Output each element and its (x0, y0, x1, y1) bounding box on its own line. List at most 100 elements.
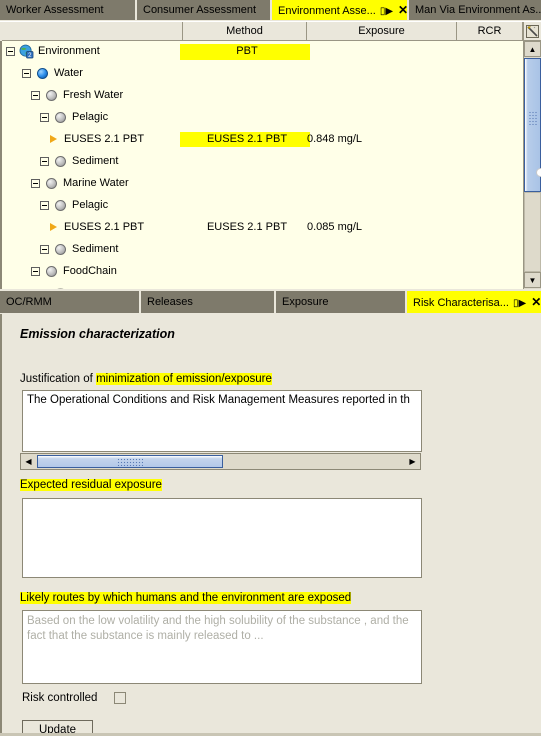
up-arrow-icon: ▲ (528, 44, 537, 54)
tab-close-icon[interactable]: ✕ (531, 295, 541, 309)
tab-risk-characterisation[interactable]: Risk Characterisa... ▯▶ ✕ (407, 291, 541, 313)
column-header-method[interactable]: Method (183, 22, 307, 41)
tab-label: Consumer Assessment (143, 4, 257, 16)
tree-row[interactable]: EUSES 2.1 PBT EUSES 2.1 PBT 0.848 mg/L (2, 129, 525, 151)
justification-hscroll[interactable]: ◀ ▶ (20, 453, 421, 470)
tree-row-label: FoodChain (63, 265, 117, 277)
column-header-exposure[interactable]: Exposure (307, 22, 457, 41)
tab-man-via-environment-assessment[interactable]: Man Via Environment As... (409, 0, 541, 20)
environment-assessment-panel: Worker Assessment Consumer Assessment En… (0, 0, 541, 291)
tab-detach-icon[interactable]: ▯▶ (380, 6, 393, 17)
expander-toggle[interactable] (40, 245, 49, 254)
tree-row[interactable]: Sediment (2, 151, 525, 173)
expander-toggle[interactable] (6, 47, 15, 56)
expander-toggle[interactable] (40, 201, 49, 210)
column-header-name[interactable] (2, 22, 183, 41)
tree-row-label: EUSES 2.1 PBT (64, 133, 145, 145)
tab-label: Exposure (282, 296, 329, 308)
tree-row[interactable]: Pelagic (2, 107, 525, 129)
tree-row[interactable]: Water (2, 63, 525, 85)
hscroll-left-button[interactable]: ◀ (21, 454, 36, 469)
likely-routes-label: Likely routes by which humans and the en… (20, 592, 352, 604)
likely-routes-textarea[interactable]: Based on the low volatility and the high… (22, 610, 422, 684)
scroll-grip-icon (528, 111, 537, 125)
tree-row-label: Sediment (72, 243, 119, 255)
tab-environment-assessment[interactable]: Environment Asse... ▯▶ ✕ (272, 0, 408, 20)
tree-row[interactable]: FoodChain (2, 261, 525, 283)
tree-row-method: EUSES 2.1 PBT (180, 132, 310, 147)
tree-column-header-row: Method Exposure RCR (0, 21, 541, 41)
grey-sphere-icon (55, 112, 66, 123)
grey-sphere-icon (55, 244, 66, 255)
expander-toggle[interactable] (31, 267, 40, 276)
tab-worker-assessment[interactable]: Worker Assessment (0, 0, 136, 20)
tab-exposure[interactable]: Exposure (276, 291, 406, 313)
risk-characterisation-form: Emission characterization Justification … (0, 314, 541, 736)
justification-field-label: Justification of minimization of emissio… (20, 373, 272, 385)
tree-row[interactable]: Sediment (2, 239, 525, 261)
orange-triangle-icon[interactable] (50, 223, 57, 231)
tree-vertical-scrollbar[interactable]: ▲ ▼ (523, 41, 541, 289)
tab-label: Risk Characterisa... (413, 297, 509, 309)
tree-row-label: Sediment (72, 155, 119, 167)
risk-controlled-checkbox[interactable] (114, 692, 126, 704)
label-text-highlighted: Likely routes by which humans and the en… (20, 592, 352, 604)
grey-sphere-icon (46, 90, 57, 101)
scroll-up-button[interactable]: ▲ (524, 41, 541, 57)
hscroll-grip-icon (117, 457, 143, 466)
tree-row-exposure: 0.085 mg/L (307, 221, 363, 233)
scroll-down-button[interactable]: ▼ (524, 272, 541, 288)
tree-row[interactable]: 2 Environment PBT (2, 41, 525, 63)
bottom-tab-strip: OC/RMM Releases Exposure Risk Characteri… (0, 291, 541, 314)
tree-row[interactable] (2, 283, 525, 289)
scroll-thumb[interactable] (524, 58, 541, 192)
tree-row-label: Water (54, 67, 83, 79)
right-arrow-icon: ▶ (409, 457, 416, 466)
tree-row-method: PBT (236, 45, 258, 57)
tab-detach-icon[interactable]: ▯▶ (513, 298, 526, 309)
grey-sphere-icon (55, 156, 66, 167)
column-chooser-button[interactable] (523, 22, 541, 41)
tree-row[interactable]: EUSES 2.1 PBT EUSES 2.1 PBT 0.085 mg/L (2, 217, 525, 239)
top-tab-strip: Worker Assessment Consumer Assessment En… (0, 0, 541, 21)
tree-row-label: Environment (38, 45, 100, 57)
hscroll-right-button[interactable]: ▶ (405, 454, 420, 469)
tree-row-label: Marine Water (63, 177, 129, 189)
expander-toggle[interactable] (31, 91, 40, 100)
tab-label: Environment Asse... (278, 5, 376, 17)
expander-toggle[interactable] (40, 157, 49, 166)
tree-row-label: EUSES 2.1 PBT (64, 221, 145, 233)
tab-consumer-assessment[interactable]: Consumer Assessment (137, 0, 271, 20)
hscroll-thumb[interactable] (37, 455, 223, 468)
tab-oc-rmm[interactable]: OC/RMM (0, 291, 140, 313)
grey-sphere-icon (55, 288, 66, 289)
expected-residual-exposure-textarea[interactable] (22, 498, 422, 578)
tree-row[interactable]: Fresh Water (2, 85, 525, 107)
justification-textarea[interactable]: The Operational Conditions and Risk Mana… (22, 390, 422, 452)
tree-row-label: Fresh Water (63, 89, 124, 101)
orange-triangle-icon[interactable] (50, 135, 57, 143)
scroll-thumb-dot (536, 168, 541, 177)
tree-row[interactable]: Marine Water (2, 173, 525, 195)
left-arrow-icon: ◀ (25, 457, 32, 466)
expander-toggle[interactable] (40, 113, 49, 122)
tab-label: Man Via Environment As... (415, 4, 541, 16)
label-text-plain: Justification of (20, 373, 97, 385)
tree-row-exposure: 0.848 mg/L (307, 133, 363, 145)
expected-residual-exposure-label: Expected residual exposure (20, 479, 162, 491)
tree-row[interactable]: Pelagic (2, 195, 525, 217)
tab-label: OC/RMM (6, 296, 52, 308)
expander-toggle[interactable] (22, 69, 31, 78)
blue-sphere-icon (37, 68, 48, 79)
assessment-tree[interactable]: 2 Environment PBT Water Fresh Water Pela… (0, 41, 541, 289)
expander-toggle[interactable] (31, 179, 40, 188)
risk-controlled-label: Risk controlled (22, 692, 98, 704)
tab-close-icon[interactable]: ✕ (398, 3, 407, 17)
scroll-track-lower[interactable] (524, 192, 541, 272)
tab-releases[interactable]: Releases (141, 291, 275, 313)
column-header-rcr[interactable]: RCR (457, 22, 523, 41)
down-arrow-icon: ▼ (528, 275, 537, 285)
tree-row-label: Pelagic (72, 199, 109, 211)
label-text-highlighted: minimization of emission/exposure (96, 373, 272, 385)
section-title: Emission characterization (20, 327, 175, 341)
